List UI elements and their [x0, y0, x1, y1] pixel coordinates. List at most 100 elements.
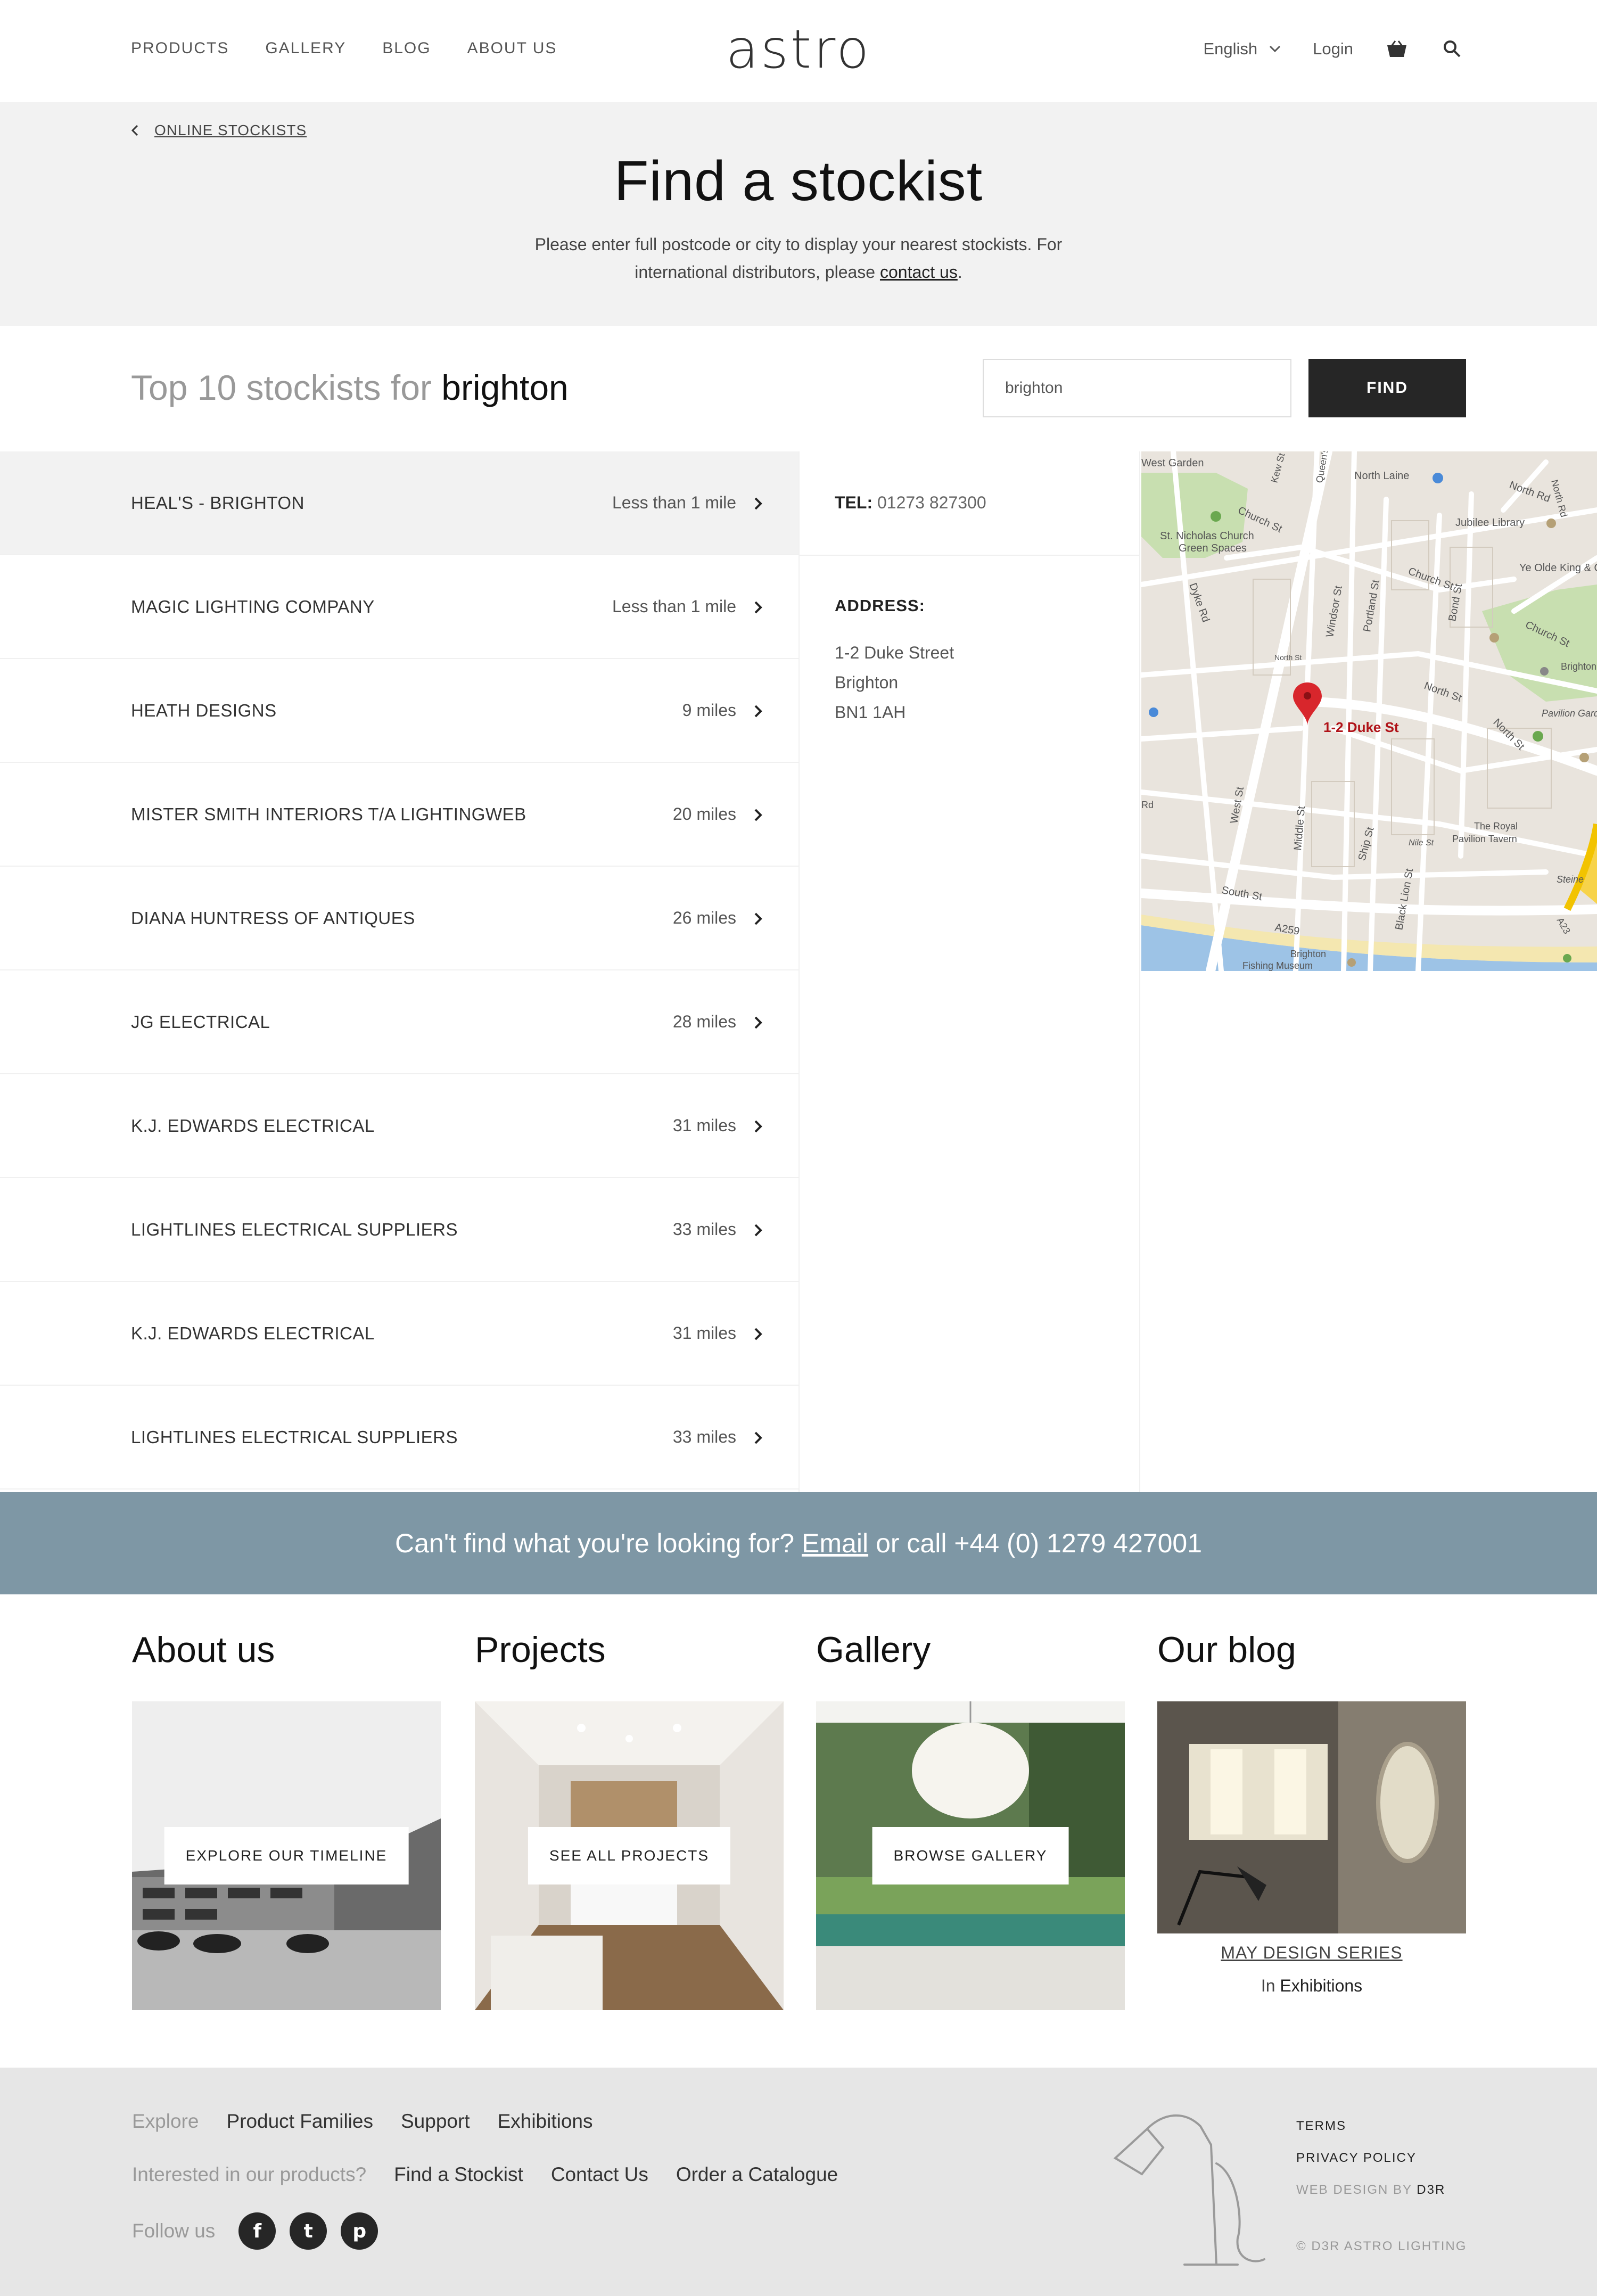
- blog-post-link[interactable]: MAY DESIGN SERIES: [1157, 1943, 1466, 1963]
- stockist-distance: 33 miles: [672, 1427, 736, 1446]
- stockist-name: K.J. EDWARDS ELECTRICAL: [131, 1323, 375, 1343]
- map-label: Fishing Museum: [1242, 960, 1313, 971]
- map-marker-label: 1-2 Duke St: [1323, 719, 1399, 735]
- stockist-row[interactable]: JG ELECTRICAL 28 miles: [0, 970, 798, 1074]
- blog-category: In Exhibitions: [1157, 1976, 1466, 1996]
- map-label: Nile St: [1409, 838, 1434, 847]
- gallery-column: Gallery BROWSE GALLERY: [816, 1629, 1125, 2010]
- results-query: brighton: [441, 368, 569, 407]
- email-link[interactable]: Email: [802, 1528, 868, 1559]
- chevron-down-icon: [1270, 45, 1281, 53]
- stockist-row[interactable]: DIANA HUNTRESS OF ANTIQUES 26 miles: [0, 867, 798, 970]
- stockist-distance: 9 miles: [682, 701, 736, 720]
- stockist-row[interactable]: HEAL'S - BRIGHTON Less than 1 mile: [0, 451, 798, 555]
- stockist-tel[interactable]: TEL: 01273 827300: [835, 493, 986, 513]
- map-label: Ye Olde King & Queen: [1519, 562, 1597, 574]
- stockist-row[interactable]: MISTER SMITH INTERIORS T/A LIGHTINGWEB 2…: [0, 763, 798, 867]
- blog-title: Our blog: [1157, 1630, 1296, 1670]
- stockist-name: K.J. EDWARDS ELECTRICAL: [131, 1115, 375, 1135]
- chevron-left-icon: [131, 125, 138, 136]
- design-prefix: WEB DESIGN BY: [1296, 2183, 1412, 2197]
- stockist-name: LIGHTLINES ELECTRICAL SUPPLIERS: [131, 1427, 458, 1447]
- footer-legal: TERMS PRIVACY POLICY WEB DESIGN BY D3R ©…: [1296, 2110, 1467, 2262]
- divider: [800, 555, 1140, 556]
- browse-gallery-button[interactable]: BROWSE GALLERY: [872, 1827, 1069, 1884]
- explore-label: Explore: [132, 2110, 199, 2132]
- banner-prefix: Can't find what you're looking for?: [394, 1528, 795, 1558]
- projects-image[interactable]: SEE ALL PROJECTS: [475, 1701, 784, 2010]
- map-label: Pavilion Gardens: [1542, 708, 1597, 719]
- facebook-icon[interactable]: f: [238, 2212, 276, 2250]
- find-button[interactable]: FIND: [1308, 359, 1466, 417]
- chevron-right-icon: [754, 601, 762, 614]
- map-label: Green Spaces: [1179, 542, 1247, 554]
- map-label: Brighton: [1290, 949, 1326, 959]
- stockist-row[interactable]: HEATH DESIGNS 9 miles: [0, 659, 798, 763]
- stockist-name: JG ELECTRICAL: [131, 1011, 270, 1032]
- tel-number: 01273 827300: [877, 493, 986, 512]
- blog-column: Our blog MAY DESIGN SERIES In Exhibition…: [1157, 1629, 1466, 1995]
- map-label: Rd: [1141, 800, 1154, 810]
- footer-link-product-families[interactable]: Product Families: [226, 2110, 373, 2133]
- see-all-projects-button[interactable]: SEE ALL PROJECTS: [528, 1827, 731, 1884]
- stockist-distance: Less than 1 mile: [612, 597, 736, 616]
- basket-icon[interactable]: [1385, 37, 1409, 61]
- intro-suffix: .: [957, 262, 962, 282]
- stockist-detail: TEL: 01273 827300 ADDRESS: 1-2 Duke Stre…: [798, 451, 1140, 1492]
- address-label: ADDRESS:: [835, 596, 925, 615]
- about-column: About us EXPLORE OUR TIMELINE: [132, 1629, 441, 2010]
- login-link[interactable]: Login: [1313, 39, 1353, 59]
- site-header: PRODUCTS GALLERY BLOG ABOUT US astro Eng…: [0, 0, 1597, 102]
- results-header: Top 10 stockists for brighton FIND: [0, 326, 1597, 451]
- map-label: Brighton: [1561, 661, 1596, 672]
- stockist-map[interactable]: West Garden North Laine North Rd Church …: [1141, 451, 1597, 971]
- explore-timeline-button[interactable]: EXPLORE OUR TIMELINE: [164, 1827, 409, 1884]
- stockist-row[interactable]: K.J. EDWARDS ELECTRICAL 31 miles: [0, 1282, 798, 1386]
- footer-link-exhibitions[interactable]: Exhibitions: [498, 2110, 593, 2133]
- chevron-right-icon: [754, 1224, 762, 1237]
- chevron-right-icon: [754, 497, 762, 510]
- privacy-policy-link[interactable]: PRIVACY POLICY: [1296, 2142, 1467, 2174]
- gallery-image[interactable]: BROWSE GALLERY: [816, 1701, 1125, 2010]
- footer-link-order-catalogue[interactable]: Order a Catalogue: [676, 2163, 838, 2186]
- page-intro: Please enter full postcode or city to di…: [479, 231, 1118, 286]
- map-label: North Laine: [1354, 470, 1409, 482]
- footer-products-row: Interested in our products? Find a Stock…: [132, 2163, 838, 2186]
- map-label: Pavilion Tavern: [1452, 834, 1517, 844]
- stockist-row[interactable]: K.J. EDWARDS ELECTRICAL 31 miles: [0, 1074, 798, 1178]
- address-line: BN1 1AH: [835, 703, 906, 722]
- contact-us-link[interactable]: contact us: [880, 262, 958, 282]
- pinterest-icon[interactable]: p: [341, 2212, 378, 2250]
- stockist-name: HEATH DESIGNS: [131, 700, 277, 720]
- hero-section: ONLINE STOCKISTS Find a stockist Please …: [0, 102, 1597, 326]
- intro-line-2: international distributors, please: [635, 262, 880, 282]
- follow-label: Follow us: [132, 2220, 216, 2242]
- stockist-distance: 26 miles: [672, 908, 736, 927]
- twitter-icon[interactable]: t: [290, 2212, 327, 2250]
- footer-link-support[interactable]: Support: [401, 2110, 470, 2133]
- stockist-distance: 31 miles: [672, 1116, 736, 1135]
- terms-link[interactable]: TERMS: [1296, 2110, 1467, 2142]
- stockist-row[interactable]: MAGIC LIGHTING COMPANY Less than 1 mile: [0, 555, 798, 659]
- about-image[interactable]: EXPLORE OUR TIMELINE: [132, 1701, 441, 2010]
- results-title-prefix: Top 10 stockists for: [131, 368, 432, 407]
- blog-image[interactable]: [1157, 1701, 1466, 1933]
- stockist-row[interactable]: LIGHTLINES ELECTRICAL SUPPLIERS 33 miles: [0, 1386, 798, 1489]
- footer-explore-row: Explore Product Families Support Exhibit…: [132, 2110, 593, 2133]
- lamp-illustration: [1113, 2114, 1265, 2266]
- language-label: English: [1203, 39, 1258, 58]
- search-icon[interactable]: [1440, 37, 1464, 61]
- language-selector[interactable]: English: [1203, 39, 1281, 59]
- stockist-distance: 20 miles: [672, 804, 736, 824]
- web-design-credit[interactable]: WEB DESIGN BY D3R: [1296, 2174, 1467, 2206]
- footer-link-find-stockist[interactable]: Find a Stockist: [394, 2163, 523, 2186]
- blog-category-link[interactable]: Exhibitions: [1280, 1976, 1362, 1995]
- stockist-name: MAGIC LIGHTING COMPANY: [131, 596, 375, 616]
- footer-link-contact-us[interactable]: Contact Us: [551, 2163, 648, 2186]
- stockist-row[interactable]: LIGHTLINES ELECTRICAL SUPPLIERS 33 miles: [0, 1178, 798, 1282]
- stockist-name: MISTER SMITH INTERIORS T/A LIGHTINGWEB: [131, 804, 526, 824]
- social-links: f t p: [238, 2212, 378, 2250]
- breadcrumb[interactable]: ONLINE STOCKISTS: [131, 122, 307, 139]
- stockist-name: LIGHTLINES ELECTRICAL SUPPLIERS: [131, 1219, 458, 1239]
- location-search-input[interactable]: [983, 359, 1291, 417]
